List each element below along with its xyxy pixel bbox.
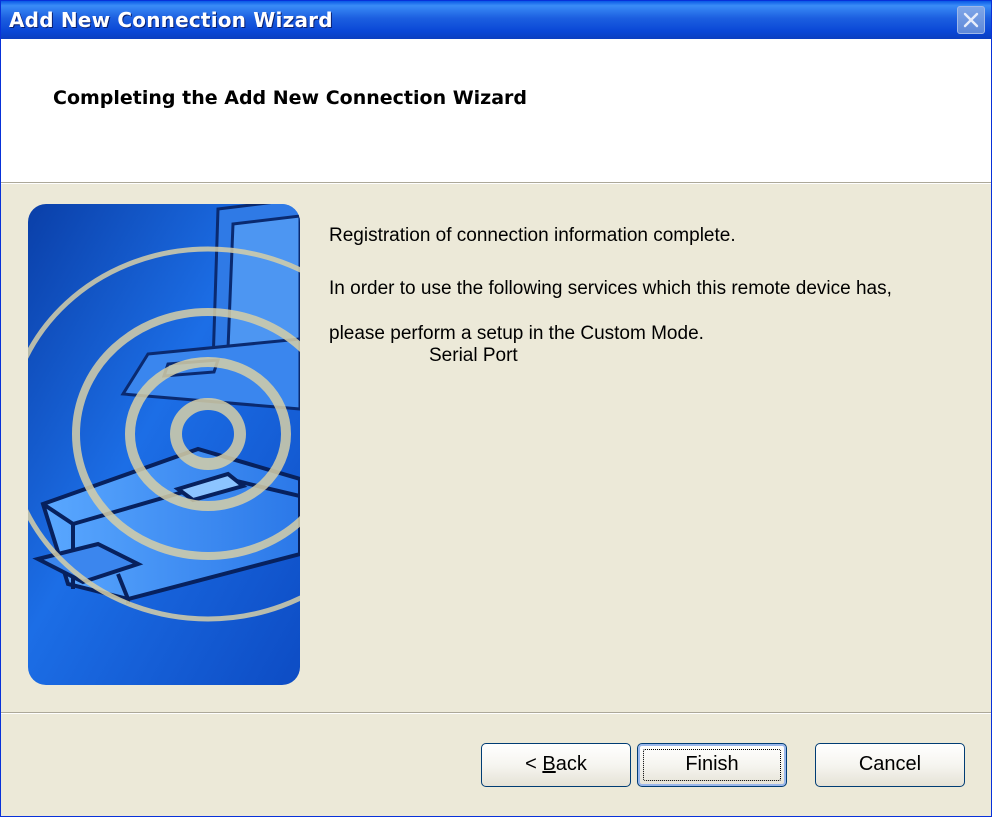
message-custom-mode: please perform a setup in the Custom Mod… bbox=[329, 323, 704, 344]
page-title: Completing the Add New Connection Wizard bbox=[53, 87, 528, 109]
close-button[interactable] bbox=[957, 6, 985, 34]
back-button-label: ack bbox=[555, 753, 587, 775]
finish-button[interactable]: Finish bbox=[637, 743, 787, 787]
close-icon bbox=[963, 12, 979, 28]
wizard-header: Completing the Add New Connection Wizard bbox=[1, 39, 991, 182]
header-divider bbox=[1, 182, 991, 184]
back-button-accel: B bbox=[542, 753, 556, 775]
footer-divider bbox=[1, 712, 991, 714]
cancel-button-label: Cancel bbox=[858, 753, 922, 775]
wireless-connection-illustration bbox=[28, 204, 300, 685]
service-item: Serial Port bbox=[429, 345, 518, 366]
wizard-window: Add New Connection Wizard Completing the… bbox=[0, 0, 992, 817]
message-services: In order to use the following services w… bbox=[329, 278, 892, 299]
back-button[interactable]: < Back bbox=[481, 743, 631, 787]
focus-rect bbox=[643, 749, 781, 781]
window-title: Add New Connection Wizard bbox=[9, 8, 333, 32]
message-complete: Registration of connection information c… bbox=[329, 225, 736, 246]
title-bar[interactable]: Add New Connection Wizard bbox=[1, 1, 991, 39]
back-button-prefix: < bbox=[525, 753, 543, 775]
cancel-button[interactable]: Cancel bbox=[815, 743, 965, 787]
